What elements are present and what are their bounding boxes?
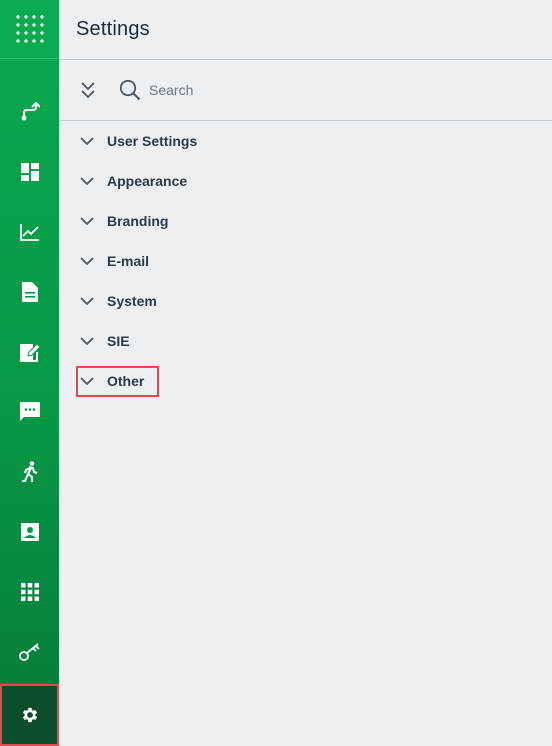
- app-launcher-button[interactable]: [0, 0, 59, 59]
- toolbar: [59, 60, 552, 121]
- search-box: [119, 75, 419, 105]
- section-appearance[interactable]: Appearance: [59, 161, 552, 201]
- contact-card-icon: [20, 523, 39, 541]
- section-branding[interactable]: Branding: [59, 201, 552, 241]
- chat-icon: [19, 402, 40, 421]
- search-input[interactable]: [149, 82, 389, 98]
- section-label: User Settings: [107, 133, 198, 149]
- chevron-down-icon: [80, 214, 94, 228]
- analytics-icon: [19, 224, 39, 241]
- settings-section-list: User Settings Appearance Branding E-mail…: [59, 121, 552, 401]
- section-sie[interactable]: SIE: [59, 321, 552, 361]
- main-panel: Settings User Settings Appearan: [59, 0, 552, 746]
- highlight-box: [76, 366, 159, 397]
- sidebar-item-dashboard[interactable]: [0, 152, 59, 192]
- sidebar-item-keys[interactable]: [0, 632, 59, 672]
- sidebar-item-modules[interactable]: [0, 572, 59, 612]
- sidebar-item-edit-documents[interactable]: [0, 332, 59, 372]
- section-email[interactable]: E-mail: [59, 241, 552, 281]
- apps-grid-icon: [15, 15, 44, 43]
- sidebar-item-messages[interactable]: [0, 392, 59, 432]
- route-icon: [21, 102, 40, 121]
- chevron-down-icon: [80, 334, 94, 348]
- sidebar-item-analytics[interactable]: [0, 212, 59, 252]
- key-icon: [18, 643, 40, 661]
- collapse-all-button[interactable]: [79, 80, 97, 100]
- sidebar-item-routes[interactable]: [0, 92, 59, 132]
- sidebar-item-documents[interactable]: [0, 272, 59, 312]
- chevron-down-icon: [80, 294, 94, 308]
- gear-icon: [22, 707, 37, 723]
- page-header: Settings: [59, 0, 552, 60]
- sidebar-item-activity[interactable]: [0, 452, 59, 492]
- search-icon: [119, 79, 141, 101]
- edit-document-icon: [19, 343, 40, 362]
- section-label: Branding: [107, 213, 169, 229]
- sidebar-item-settings[interactable]: [0, 684, 59, 746]
- section-label: System: [107, 293, 157, 309]
- section-user-settings[interactable]: User Settings: [59, 121, 552, 161]
- sidebar: [0, 0, 59, 746]
- section-label: Appearance: [107, 173, 188, 189]
- section-system[interactable]: System: [59, 281, 552, 321]
- run-icon: [21, 461, 37, 482]
- document-icon: [21, 282, 38, 302]
- chevron-down-icon: [80, 134, 94, 148]
- dashboard-icon: [20, 163, 39, 181]
- section-other[interactable]: Other: [59, 361, 552, 401]
- chevron-down-icon: [80, 174, 94, 188]
- section-label: SIE: [107, 333, 130, 349]
- sidebar-item-contacts[interactable]: [0, 512, 59, 552]
- page-title: Settings: [76, 18, 150, 40]
- grid-icon: [20, 583, 39, 601]
- double-chevron-down-icon: [81, 82, 95, 99]
- section-label: E-mail: [107, 253, 150, 269]
- chevron-down-icon: [80, 254, 94, 268]
